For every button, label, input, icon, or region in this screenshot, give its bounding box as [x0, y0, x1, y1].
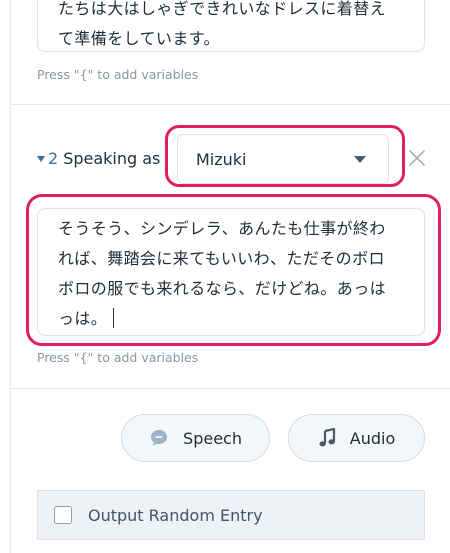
add-audio-button[interactable]: Audio	[288, 414, 425, 462]
entry-2-variables-hint: Press "{" to add variables	[37, 350, 199, 365]
music-note-icon	[318, 428, 336, 448]
audio-button-label: Audio	[349, 428, 396, 448]
collapse-caret-icon[interactable]	[37, 155, 45, 162]
output-random-entry-checkbox[interactable]	[54, 506, 72, 524]
entry-1-text-line: て準備をしています。	[58, 29, 220, 48]
entry-2-text-line: ボロの服でも来れるなら、だけどね。あっは	[58, 279, 387, 298]
entry-2-text-line: そうそう、シンデレラ、あんたも仕事が終わ	[58, 219, 386, 238]
speaker-select-value: Mizuki	[196, 149, 247, 169]
speech-button-label: Speech	[183, 428, 242, 448]
text-cursor	[113, 308, 115, 328]
output-random-entry-row[interactable]: Output Random Entry	[37, 490, 425, 540]
add-speech-button[interactable]: Speech	[121, 414, 270, 462]
entry-2-text-field[interactable]: そうそう、シンデレラ、あんたも仕事が終わ れば、舞踏会に来てもいいわ、ただそのボ…	[37, 208, 425, 336]
left-border	[10, 0, 11, 553]
divider	[11, 104, 450, 105]
entry-2-text-line-last: っは。	[58, 304, 406, 334]
entry-2-text-line: れば、舞踏会に来てもいいわ、ただそのボロ	[58, 249, 385, 268]
speaker-select[interactable]: Mizuki	[177, 134, 389, 184]
entry-1-variables-hint: Press "{" to add variables	[37, 67, 199, 82]
entry-1-text-line: たちは大はしゃぎできれいなドレスに着替え	[58, 0, 387, 18]
entry-2-header: 2 Speaking as	[37, 149, 160, 168]
chevron-down-icon	[354, 156, 366, 163]
speech-bubble-icon	[149, 428, 169, 448]
entry-2-text-line: っは。	[58, 309, 108, 328]
divider	[11, 388, 450, 389]
output-random-entry-label: Output Random Entry	[88, 505, 263, 525]
entry-number: 2	[48, 149, 59, 168]
close-icon[interactable]	[408, 149, 426, 167]
speaking-as-label: Speaking as	[63, 149, 161, 168]
entry-1-text-field[interactable]: たちは大はしゃぎできれいなドレスに着替え て準備をしています。	[37, 0, 425, 52]
